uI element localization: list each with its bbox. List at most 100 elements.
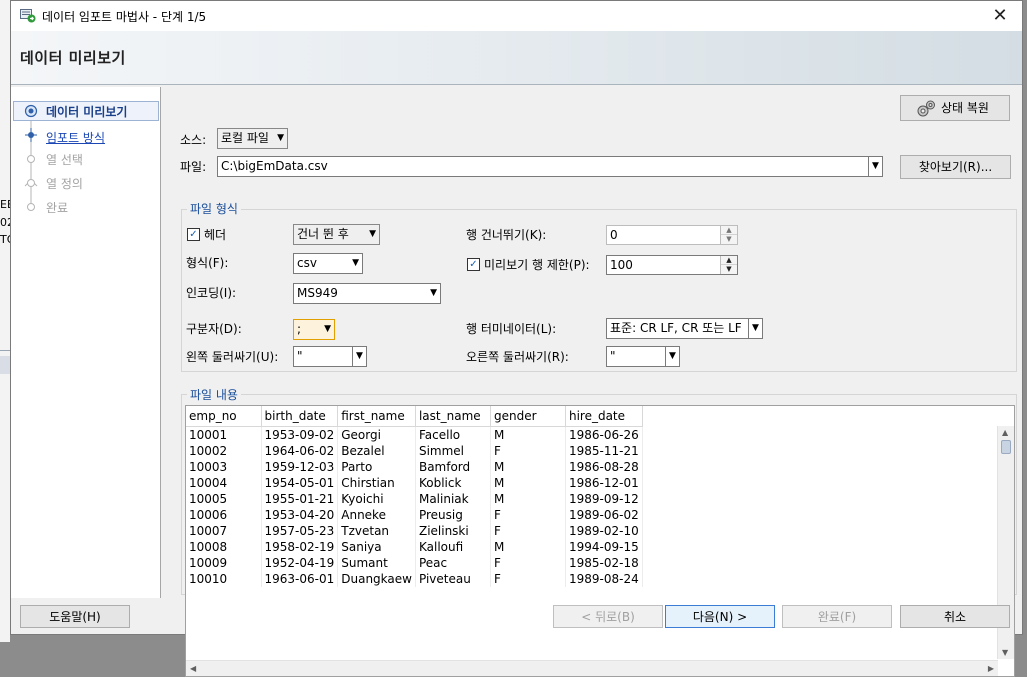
import-wizard-dialog: 데이터 임포트 마법사 - 단계 1/5 ✕ 데이터 미리보기 데이터 미리보기… <box>10 0 1023 677</box>
column-header[interactable]: gender <box>490 406 566 427</box>
column-header[interactable]: hire_date <box>565 406 643 427</box>
close-icon[interactable]: ✕ <box>978 1 1022 31</box>
background-window-edge: EE 02 TO <box>0 0 15 642</box>
delimiter-label: 구분자(D): <box>186 322 242 336</box>
step-link-icon <box>25 128 37 142</box>
help-button[interactable]: 도움말(H) <box>20 605 130 628</box>
left-enclosure-select[interactable]: " ▼ <box>293 346 367 367</box>
scroll-left-icon[interactable]: ◀ <box>190 664 196 673</box>
table-cell: Georgi <box>337 426 416 443</box>
column-header[interactable]: emp_no <box>186 406 262 427</box>
vertical-scroll-thumb[interactable] <box>1001 440 1011 454</box>
table-cell: Bamford <box>415 458 491 475</box>
gears-icon <box>917 100 935 117</box>
table-row: 10008 1958-02-19 Saniya Kalloufi M 1994-09-15 <box>186 538 643 555</box>
table-cell: Chirstian <box>337 474 416 491</box>
table-cell: Parto <box>337 458 416 475</box>
table-row: 10009 1952-04-19 Sumant Peac F 1985-02-18 <box>186 554 643 571</box>
spin-up-icon[interactable]: ▲ <box>721 256 737 265</box>
table-cell: Tzvetan <box>337 522 416 539</box>
cancel-button[interactable]: 취소 <box>900 605 1010 628</box>
scroll-down-icon[interactable]: ▼ <box>1002 648 1008 657</box>
spin-down-icon[interactable]: ▼ <box>721 235 737 244</box>
skip-rows-spinner[interactable]: 0 ▲ ▼ <box>606 225 738 245</box>
nav-step-data-preview[interactable]: 데이터 미리보기 <box>46 103 127 120</box>
table-cell: Peac <box>415 554 491 571</box>
header-label: 헤더 <box>204 228 227 242</box>
format-select[interactable]: csv ▼ <box>293 253 363 274</box>
table-cell: Kalloufi <box>415 538 491 555</box>
chevron-down-icon: ▼ <box>369 229 376 239</box>
line-terminator-select[interactable]: 표준: CR LF, CR 또는 LF ▼ <box>606 318 763 339</box>
table-cell: Facello <box>415 426 491 443</box>
table-cell: 1989-02-10 <box>565 522 643 539</box>
table-cell: Bezalel <box>337 442 416 459</box>
header-checkbox[interactable]: ✓ <box>187 228 200 241</box>
table-cell: 1989-08-24 <box>565 570 643 587</box>
skip-rows-label: 행 건너뛰기(K): <box>466 228 547 242</box>
table-cell: Zielinski <box>415 522 491 539</box>
restore-state-button[interactable]: 상태 복원 <box>900 95 1010 121</box>
preview-limit-label: 미리보기 행 제한(P): <box>484 258 590 272</box>
step-pending-icon <box>24 179 38 187</box>
file-path-combo[interactable]: C:\bigEmData.csv ▼ <box>217 156 883 177</box>
preview-limit-spinner[interactable]: 100 ▲ ▼ <box>606 255 738 275</box>
table-cell: 1985-02-18 <box>565 554 643 571</box>
nav-step-import-method[interactable]: 임포트 방식 <box>46 129 105 146</box>
preview-limit-checkbox[interactable]: ✓ <box>467 258 480 271</box>
right-enclosure-select[interactable]: " ▼ <box>606 346 680 367</box>
table-cell: 1957-05-23 <box>261 522 339 539</box>
skip-rows-spin-buttons[interactable]: ▲ ▼ <box>720 226 737 244</box>
table-cell: 10001 <box>186 426 262 443</box>
wizard-app-icon <box>20 9 36 23</box>
table-cell: 10005 <box>186 490 262 507</box>
spin-up-icon[interactable]: ▲ <box>721 226 737 235</box>
table-cell: 1953-09-02 <box>261 426 339 443</box>
chevron-down-icon[interactable]: ▼ <box>868 157 882 176</box>
file-contents-title: 파일 내용 <box>187 386 241 403</box>
next-button[interactable]: 다음(N) > <box>665 605 775 628</box>
finish-button[interactable]: 완료(F) <box>782 605 892 628</box>
source-label: 소스: <box>180 133 207 147</box>
table-cell: 1985-11-21 <box>565 442 643 459</box>
source-select[interactable]: 로컬 파일 ▼ <box>217 128 288 149</box>
preview-limit-spin-buttons[interactable]: ▲ ▼ <box>720 256 737 274</box>
column-header[interactable]: birth_date <box>261 406 339 427</box>
step-active-icon <box>24 104 38 118</box>
table-cell: 10010 <box>186 570 262 587</box>
chevron-down-icon: ▼ <box>665 347 679 366</box>
scroll-up-icon[interactable]: ▲ <box>1002 428 1008 437</box>
table-row: 10005 1955-01-21 Kyoichi Maliniak M 1989-09-1… <box>186 490 643 507</box>
table-row: 10006 1953-04-20 Anneke Preusig F 1989-06-02 <box>186 506 643 523</box>
wizard-content: 상태 복원 소스: 로컬 파일 ▼ 파일: C:\bigEmData.csv ▼… <box>162 87 1022 677</box>
column-header[interactable]: first_name <box>337 406 416 427</box>
browse-button[interactable]: 찾아보기(R)... <box>900 155 1011 179</box>
preview-limit-value: 100 <box>610 258 633 272</box>
table-cell: 1964-06-02 <box>261 442 339 459</box>
file-contents-table[interactable]: emp_no birth_date first_name last_name g… <box>185 405 1015 677</box>
table-row: 10001 1953-09-02 Georgi Facello M 1986-06-26 <box>186 426 643 443</box>
table-cell: 1986-06-26 <box>565 426 643 443</box>
table-row: 10002 1964-06-02 Bezalel Simmel F 1985-11-21 <box>186 442 643 459</box>
table-cell: Sumant <box>337 554 416 571</box>
table-cell: 1953-04-20 <box>261 506 339 523</box>
nav-step-finish: 완료 <box>46 201 69 215</box>
format-value: csv <box>297 256 317 270</box>
encoding-select[interactable]: MS949 ▼ <box>293 283 441 304</box>
table-cell: 1958-02-19 <box>261 538 339 555</box>
encoding-value: MS949 <box>297 286 338 300</box>
table-cell: 1959-12-03 <box>261 458 339 475</box>
horizontal-scrollbar[interactable]: ◀ ▶ <box>186 660 998 676</box>
table-cell: 1989-06-02 <box>565 506 643 523</box>
delimiter-select[interactable]: ; ▼ <box>293 319 335 340</box>
right-enclosure-value: " <box>610 349 616 363</box>
header-mode-select[interactable]: 건너 뛴 후 ▼ <box>293 224 380 245</box>
back-button[interactable]: < 뒤로(B) <box>553 605 663 628</box>
wizard-steps-nav: 데이터 미리보기 임포트 방식 열 선택 열 정의 완료 <box>11 87 161 598</box>
restore-state-label: 상태 복원 <box>941 101 989 115</box>
table-cell: 1989-09-12 <box>565 490 643 507</box>
delimiter-value: ; <box>297 322 302 336</box>
scroll-right-icon[interactable]: ▶ <box>988 664 994 673</box>
spin-down-icon[interactable]: ▼ <box>721 265 737 274</box>
column-header[interactable]: last_name <box>415 406 491 427</box>
